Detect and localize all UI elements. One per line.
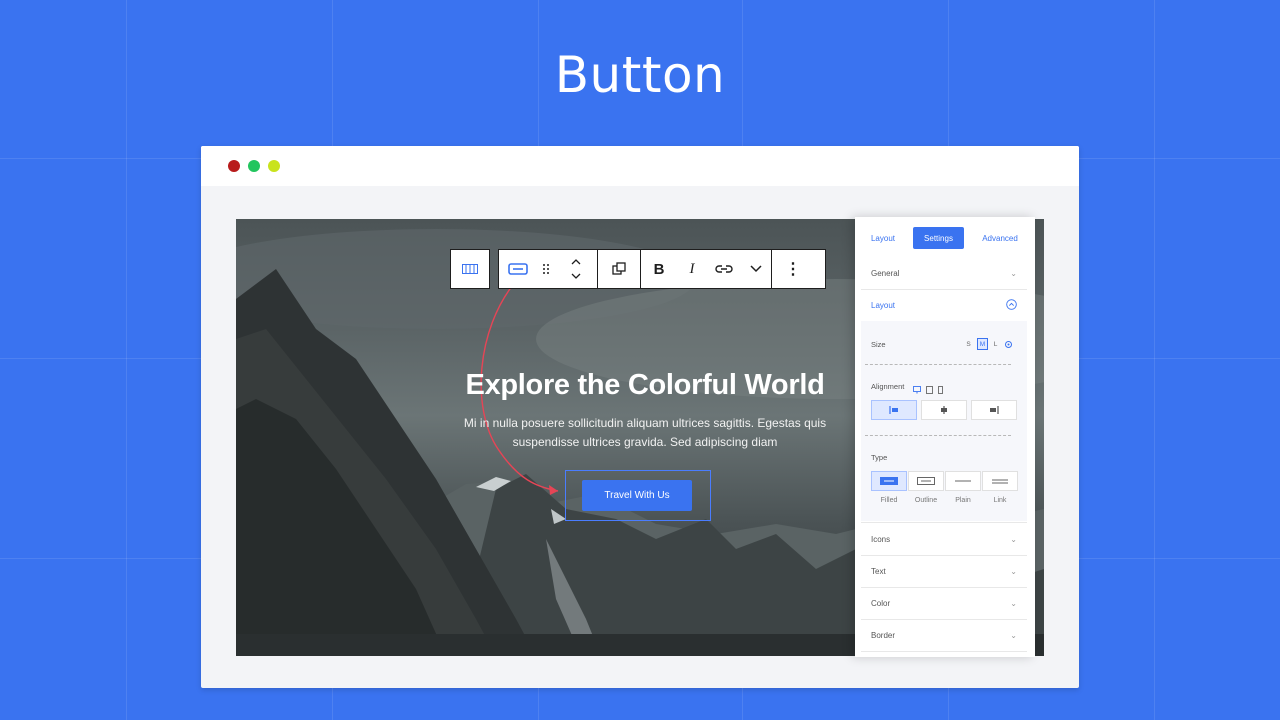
section-color[interactable]: Color ⌄: [861, 587, 1027, 620]
section-icons[interactable]: Icons ⌄: [861, 522, 1027, 556]
section-label: Icons: [871, 534, 891, 544]
bold-button[interactable]: B: [641, 250, 677, 288]
size-m-option[interactable]: M: [977, 338, 988, 350]
type-filled-button[interactable]: [871, 471, 907, 491]
tablet-icon[interactable]: [926, 381, 933, 399]
hero-title: Explore the Colorful World: [465, 369, 825, 401]
type-option-label: Outline: [914, 497, 938, 504]
chevron-up-icon: [1006, 298, 1017, 312]
type-plain-button[interactable]: [945, 471, 981, 491]
section-label: Text: [871, 566, 886, 576]
more-options-button[interactable]: ⋮: [772, 250, 814, 288]
section-label: Layout: [871, 300, 896, 310]
size-s-option[interactable]: S: [964, 339, 973, 349]
page-title: Button: [554, 46, 726, 104]
chevron-down-icon: ⌄: [1010, 598, 1017, 608]
size-label: Size: [871, 340, 886, 349]
section-border[interactable]: Border ⌄: [861, 619, 1027, 652]
close-window-dot[interactable]: [228, 160, 240, 172]
type-option-label: Link: [993, 497, 1007, 504]
block-toolbar-parent: [450, 249, 490, 289]
grid-line: [1154, 0, 1155, 720]
section-text[interactable]: Text ⌄: [861, 555, 1027, 588]
type-outline-button[interactable]: [908, 471, 944, 491]
desktop-icon[interactable]: [913, 381, 921, 399]
divider: [865, 364, 1011, 365]
chevron-down-icon: ⌄: [1010, 630, 1017, 640]
layout-section-body: [861, 321, 1027, 521]
move-up-down-icon[interactable]: [555, 250, 597, 288]
browser-titlebar: [201, 146, 1079, 186]
grid-line: [126, 0, 127, 720]
section-label: Border: [871, 630, 896, 640]
section-label: Color: [871, 598, 891, 608]
section-layout[interactable]: Layout: [861, 289, 1027, 321]
align-right-button[interactable]: [971, 400, 1017, 420]
hero-subtitle-line: suspendisse ultrices gravida. Sed adipis…: [512, 435, 778, 449]
chevron-down-icon: ⌄: [1010, 534, 1017, 544]
italic-button[interactable]: I: [677, 250, 707, 288]
section-general[interactable]: General ⌄: [861, 257, 1027, 290]
hero-subtitle-line: Mi in nulla posuere sollicitudin aliquam…: [463, 416, 827, 430]
hero-subtitle: Mi in nulla posuere sollicitudin aliquam…: [446, 414, 844, 452]
minimize-window-dot[interactable]: [268, 160, 280, 172]
block-toolbar: B I ⋮: [498, 249, 826, 289]
mobile-icon[interactable]: [938, 381, 943, 399]
type-option-label: Plain: [955, 497, 971, 504]
drag-handle-icon[interactable]: [537, 250, 555, 288]
tab-settings[interactable]: Settings: [913, 227, 964, 249]
section-label: General: [871, 268, 900, 278]
divider: [865, 435, 1011, 436]
duplicate-icon[interactable]: [598, 250, 640, 288]
chevron-down-icon: ⌄: [1010, 268, 1017, 278]
travel-with-us-button[interactable]: Travel With Us: [582, 480, 692, 511]
tab-layout[interactable]: Layout: [861, 227, 905, 249]
columns-block-icon[interactable]: [451, 250, 489, 288]
tab-advanced[interactable]: Advanced: [973, 227, 1027, 249]
align-center-button[interactable]: [921, 400, 967, 420]
align-left-button[interactable]: [871, 400, 917, 420]
size-l-option[interactable]: L: [991, 339, 1000, 349]
link-icon[interactable]: [707, 250, 741, 288]
alignment-label: Alignment: [871, 382, 905, 391]
chevron-down-icon: ⌄: [1010, 566, 1017, 576]
maximize-window-dot[interactable]: [248, 160, 260, 172]
chevron-down-icon[interactable]: [741, 250, 771, 288]
type-link-button[interactable]: [982, 471, 1018, 491]
type-option-label: Filled: [880, 497, 898, 504]
type-label: Type: [871, 453, 888, 462]
gear-icon[interactable]: [1004, 339, 1013, 349]
settings-panel: Layout Settings Advanced General ⌄ Layou…: [855, 217, 1035, 657]
panel-tabs: Layout Settings Advanced: [855, 227, 1035, 249]
button-block-icon[interactable]: [499, 250, 537, 288]
